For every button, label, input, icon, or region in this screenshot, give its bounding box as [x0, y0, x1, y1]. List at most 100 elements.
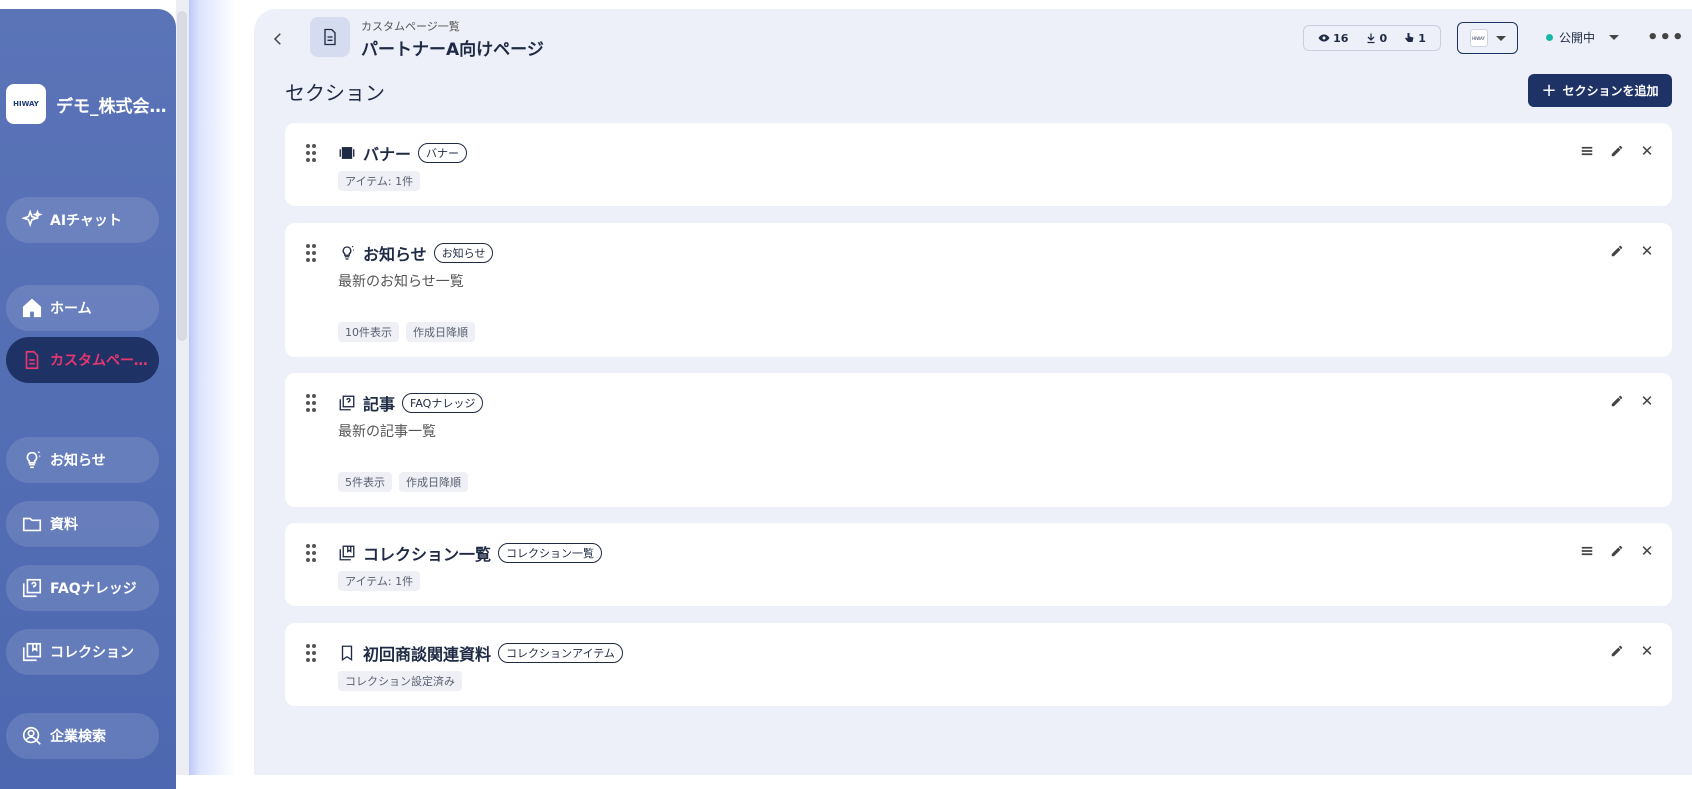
- sidebar: HIWAY デモ_株式会… AIチャット ホーム カスタムページ… お知らせ 資…: [0, 9, 176, 789]
- breadcrumb[interactable]: カスタムページ一覧: [361, 18, 460, 34]
- section-type-pill: お知らせ: [433, 243, 494, 263]
- chevron-left-icon: [273, 33, 281, 45]
- close-icon[interactable]: ✕: [1639, 542, 1655, 560]
- sidebar-item-label: 企業検索: [50, 729, 106, 745]
- section-tag: アイテム: 1件: [338, 171, 421, 191]
- drag-handle-icon[interactable]: [306, 144, 316, 164]
- sidebar-item-faq[interactable]: FAQナレッジ: [6, 565, 159, 611]
- status-dot: [1546, 34, 1553, 41]
- section-title: 記事: [363, 395, 396, 414]
- section-type-pill: FAQナレッジ: [402, 393, 484, 413]
- more-options-icon[interactable]: •••: [1647, 27, 1685, 48]
- edit-icon[interactable]: [1609, 393, 1625, 409]
- section-title: コレクション一覧: [363, 545, 492, 564]
- section-tag: 作成日降順: [399, 472, 468, 492]
- section-title: お知らせ: [363, 245, 427, 264]
- drag-handle-icon[interactable]: [306, 394, 316, 414]
- views-stat: 16: [1318, 32, 1348, 45]
- brand-logo: HIWAY: [6, 84, 46, 124]
- edit-icon[interactable]: [1609, 543, 1625, 559]
- document-icon: [324, 28, 336, 46]
- main-content: カスタムページ一覧 パートナーA向けページ 16 0 1 HIWAY 公開中 •…: [254, 9, 1692, 775]
- chevron-down-icon: [1609, 35, 1620, 40]
- scrollbar-thumb[interactable]: [177, 11, 187, 341]
- download-icon: [1367, 33, 1374, 44]
- collection-icon: [338, 544, 356, 562]
- faq-icon: [338, 394, 356, 412]
- downloads-count: 0: [1379, 31, 1388, 45]
- status-label: 公開中: [1559, 31, 1596, 45]
- section-title: バナー: [363, 145, 412, 164]
- publish-status-select[interactable]: 公開中: [1546, 29, 1620, 46]
- section-card-banner[interactable]: バナー バナー アイテム: 1件 ✕: [285, 123, 1672, 206]
- sidebar-item-label: 資料: [50, 517, 78, 533]
- page-icon: [310, 17, 350, 57]
- section-card-articles[interactable]: 記事 FAQナレッジ 最新の記事一覧 5件表示 作成日降順 ✕: [285, 373, 1672, 507]
- section-heading: セクション: [285, 81, 385, 105]
- document-icon: [25, 350, 39, 370]
- sidebar-item-home[interactable]: ホーム: [6, 285, 159, 331]
- sidebar-item-materials[interactable]: 資料: [6, 501, 159, 547]
- sidebar-item-collection[interactable]: コレクション: [6, 629, 159, 675]
- back-button[interactable]: [268, 29, 288, 49]
- drag-handle-icon[interactable]: [306, 544, 316, 564]
- sidebar-item-label: コレクション: [50, 645, 134, 661]
- folder-icon: [22, 517, 42, 532]
- company-logo: HIWAY: [1469, 29, 1488, 47]
- stats-badge: 16 0 1: [1303, 25, 1441, 51]
- section-description: 最新のお知らせ一覧: [338, 274, 464, 290]
- collection-icon: [22, 642, 42, 662]
- sidebar-item-label: FAQナレッジ: [50, 581, 137, 597]
- sidebar-item-label: AIチャット: [50, 213, 122, 229]
- sidebar-item-news[interactable]: お知らせ: [6, 437, 159, 483]
- section-type-pill: バナー: [418, 143, 468, 163]
- clicks-stat: 1: [1403, 32, 1426, 45]
- section-type-pill: コレクションアイテム: [498, 643, 623, 663]
- close-icon[interactable]: ✕: [1639, 392, 1655, 410]
- section-type-pill: コレクション一覧: [498, 543, 603, 563]
- plus-icon: +: [1541, 79, 1557, 101]
- section-card-collection-item[interactable]: 初回商談関連資料 コレクションアイテム コレクション設定済み ✕: [285, 623, 1672, 706]
- list-icon[interactable]: [1579, 543, 1595, 559]
- eye-icon: [1318, 34, 1330, 42]
- sidebar-item-company-search[interactable]: 企業検索: [6, 713, 159, 759]
- chevron-down-icon: [1495, 35, 1506, 41]
- close-icon[interactable]: ✕: [1639, 242, 1655, 260]
- views-count: 16: [1333, 31, 1349, 45]
- sidebar-item-custom-pages[interactable]: カスタムページ…: [6, 337, 159, 383]
- sparkle-icon: [21, 209, 43, 228]
- close-icon[interactable]: ✕: [1639, 642, 1655, 660]
- section-tag: 作成日降順: [406, 322, 475, 342]
- list-icon[interactable]: [1579, 143, 1595, 159]
- section-card-collection-list[interactable]: コレクション一覧 コレクション一覧 アイテム: 1件 ✕: [285, 523, 1672, 606]
- drag-handle-icon[interactable]: [306, 244, 316, 264]
- pointer-icon: [1405, 33, 1414, 42]
- company-logo-select[interactable]: HIWAY: [1457, 22, 1518, 54]
- close-icon[interactable]: ✕: [1639, 142, 1655, 160]
- section-tag: 5件表示: [338, 472, 392, 492]
- sidebar-item-ai-chat[interactable]: AIチャット: [6, 197, 159, 243]
- company-search-icon: [22, 726, 41, 745]
- home-icon: [22, 298, 42, 318]
- section-tag: 10件表示: [338, 322, 399, 342]
- page-title: パートナーA向けページ: [361, 40, 544, 60]
- bookmark-icon: [338, 644, 356, 662]
- brand-name: デモ_株式会…: [56, 96, 167, 117]
- edit-icon[interactable]: [1609, 143, 1625, 159]
- lightbulb-icon: [26, 451, 41, 469]
- section-tag: アイテム: 1件: [338, 571, 421, 591]
- clicks-count: 1: [1418, 31, 1426, 45]
- banner-icon: [338, 144, 356, 162]
- drag-handle-icon[interactable]: [306, 644, 316, 664]
- section-description: 最新の記事一覧: [338, 424, 436, 440]
- brand[interactable]: HIWAY デモ_株式会…: [6, 84, 167, 124]
- section-title: 初回商談関連資料: [363, 645, 492, 664]
- edit-icon[interactable]: [1609, 243, 1625, 259]
- downloads-stat: 0: [1365, 31, 1388, 45]
- section-tag: コレクション設定済み: [338, 671, 462, 691]
- section-card-news[interactable]: お知らせ お知らせ 最新のお知らせ一覧 10件表示 作成日降順 ✕: [285, 223, 1672, 357]
- add-section-button[interactable]: + セクションを追加: [1528, 74, 1672, 107]
- edit-icon[interactable]: [1609, 643, 1625, 659]
- sidebar-item-label: ホーム: [50, 301, 92, 317]
- sidebar-item-label: カスタムページ…: [50, 353, 159, 369]
